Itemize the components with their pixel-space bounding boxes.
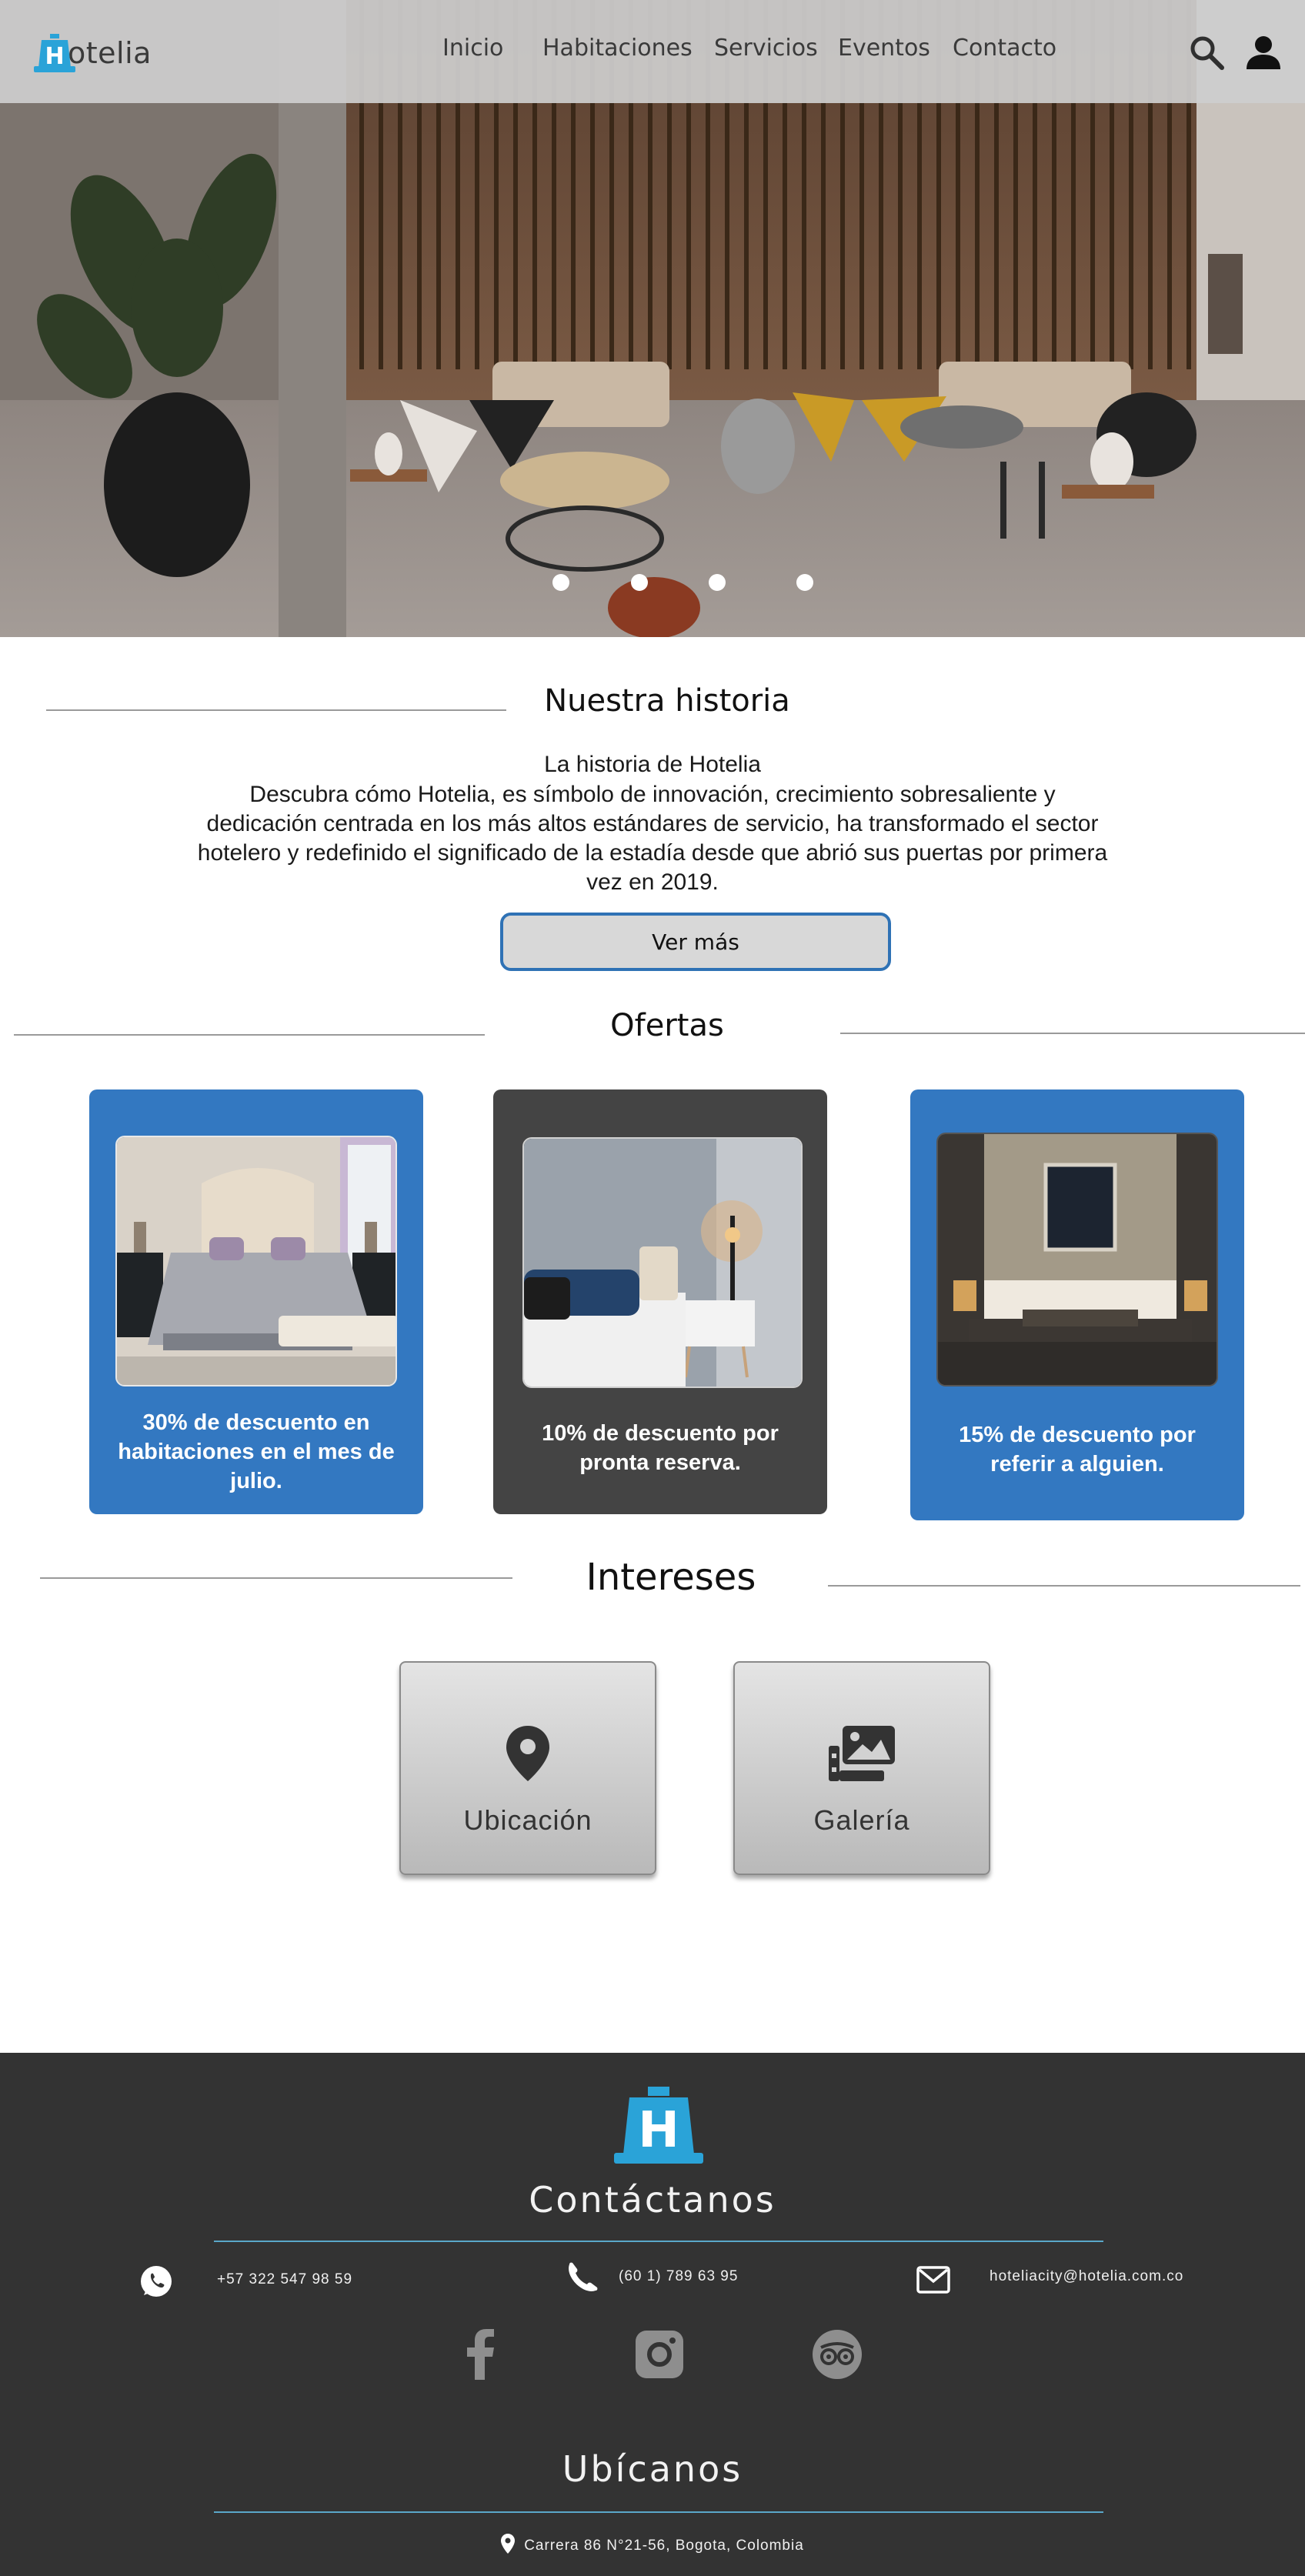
whatsapp-number: +57 322 547 98 59	[217, 2271, 353, 2287]
whatsapp-icon[interactable]	[137, 2262, 175, 2301]
story-heading: Nuestra historia	[544, 683, 790, 719]
offer-card[interactable]: 15% de descuento por referir a alguien.	[910, 1089, 1244, 1520]
location-heading: Ubícanos	[562, 2448, 743, 2490]
address-line: Carrera 86 N°21-56, Bogota, Colombia	[0, 2534, 1305, 2558]
section-divider	[40, 1577, 512, 1579]
interest-label: Ubicación	[463, 1804, 592, 1836]
carousel-dot[interactable]	[709, 574, 726, 591]
email-address[interactable]: hoteliacity@hotelia.com.co	[990, 2268, 1183, 2285]
section-divider	[840, 1033, 1305, 1034]
see-more-button[interactable]: Ver más	[500, 913, 891, 971]
brand-logo[interactable]: H otelia	[34, 34, 152, 72]
instagram-icon[interactable]	[632, 2327, 686, 2381]
address-text: Carrera 86 N°21-56, Bogota, Colombia	[524, 2538, 804, 2554]
location-pin-icon	[401, 1726, 655, 1781]
user-icon[interactable]	[1242, 31, 1285, 74]
story-body: Descubra cómo Hotelia, es símbolo de inn…	[197, 782, 1108, 895]
story-subtitle: La historia de Hotelia	[544, 752, 761, 777]
footer-divider	[214, 2511, 1103, 2513]
search-icon[interactable]	[1185, 31, 1228, 74]
footer-logo-icon: H	[612, 2087, 705, 2164]
tripadvisor-icon[interactable]	[810, 2327, 864, 2381]
carousel-dot[interactable]	[631, 574, 648, 591]
carousel-dot[interactable]	[796, 574, 813, 591]
hotel-logo-icon: H	[34, 34, 75, 72]
offer-card[interactable]: 30% de descuento en habitaciones en el m…	[89, 1089, 423, 1514]
contact-heading: Contáctanos	[529, 2179, 776, 2221]
offer-card-image	[936, 1133, 1218, 1386]
footer-divider	[214, 2241, 1103, 2242]
interest-gallery-button[interactable]: Galería	[733, 1661, 990, 1875]
svg-text:H: H	[638, 2102, 679, 2159]
offer-card-text: 10% de descuento por pronta reserva.	[542, 1421, 779, 1475]
navbar: H otelia Inicio Habitaciones Servicios E…	[0, 0, 1305, 103]
nav-eventos[interactable]: Eventos	[838, 35, 930, 62]
phone-number: (60 1) 789 63 95	[619, 2268, 739, 2284]
offer-card-text: 30% de descuento en habitaciones en el m…	[118, 1410, 395, 1493]
section-divider	[828, 1585, 1300, 1587]
svg-text:H: H	[45, 43, 64, 70]
nav-contacto[interactable]: Contacto	[953, 35, 1056, 62]
offers-heading: Ofertas	[610, 1008, 724, 1043]
hero-carousel-dots	[0, 574, 1305, 592]
nav-inicio[interactable]: Inicio	[442, 35, 503, 62]
carousel-dot[interactable]	[552, 574, 569, 591]
section-divider	[14, 1034, 485, 1036]
nav-habitaciones[interactable]: Habitaciones	[542, 35, 693, 62]
offer-card-text: 15% de descuento por referir a alguien.	[959, 1423, 1196, 1477]
interest-label: Galería	[813, 1804, 910, 1836]
location-pin-icon	[501, 2534, 516, 2558]
interests-heading: Intereses	[586, 1556, 756, 1599]
interest-location-button[interactable]: Ubicación	[399, 1661, 656, 1875]
brand-name: otelia	[68, 36, 152, 70]
phone-icon[interactable]	[562, 2259, 601, 2297]
offer-card-image	[115, 1136, 397, 1386]
nav-servicios[interactable]: Servicios	[714, 35, 818, 62]
gallery-icon	[735, 1726, 989, 1781]
mail-icon[interactable]	[914, 2261, 953, 2299]
offer-card[interactable]: 10% de descuento por pronta reserva.	[493, 1089, 827, 1514]
section-divider	[46, 709, 506, 711]
facebook-icon[interactable]	[453, 2327, 507, 2381]
offer-card-image	[522, 1137, 803, 1388]
